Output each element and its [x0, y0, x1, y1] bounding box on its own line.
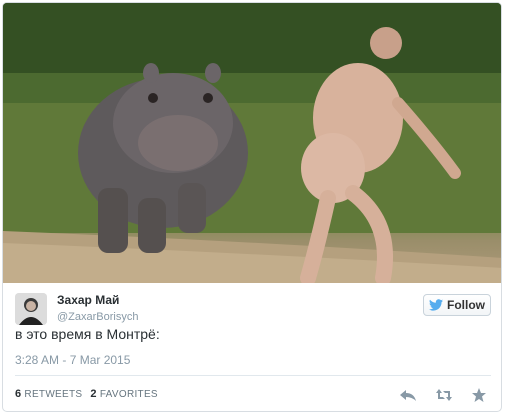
- star-icon[interactable]: [471, 387, 489, 403]
- author-handle[interactable]: @ZaxarBorisych: [57, 311, 138, 323]
- avatar[interactable]: [15, 293, 47, 325]
- hippo-chasing-man-image: [3, 3, 501, 283]
- follow-label: Follow: [447, 298, 485, 312]
- tweet-text: в это время в Монтрё:: [15, 326, 160, 342]
- follow-button[interactable]: Follow: [423, 294, 491, 316]
- retweet-icon[interactable]: [435, 387, 453, 403]
- reply-icon[interactable]: [399, 387, 417, 403]
- twitter-bird-icon: [429, 299, 443, 311]
- retweets-label[interactable]: RETWEETS: [24, 389, 82, 400]
- author-display-name[interactable]: Захар Май: [57, 293, 119, 307]
- tweet-photo[interactable]: [3, 3, 501, 283]
- favorites-count[interactable]: 2: [90, 388, 96, 400]
- tweet-stats: 6 RETWEETS 2 FAVORITES: [15, 388, 158, 400]
- tweet-header: Захар Май @ZaxarBorisych Follow: [15, 291, 491, 331]
- tweet-actions: [399, 385, 489, 405]
- tweet-card: Захар Май @ZaxarBorisych Follow в это вр…: [2, 2, 502, 412]
- avatar-image: [15, 293, 47, 325]
- tweet-timestamp[interactable]: 3:28 AM - 7 Mar 2015: [15, 353, 130, 367]
- divider: [15, 375, 491, 376]
- favorites-label[interactable]: FAVORITES: [100, 389, 158, 400]
- retweets-count[interactable]: 6: [15, 388, 21, 400]
